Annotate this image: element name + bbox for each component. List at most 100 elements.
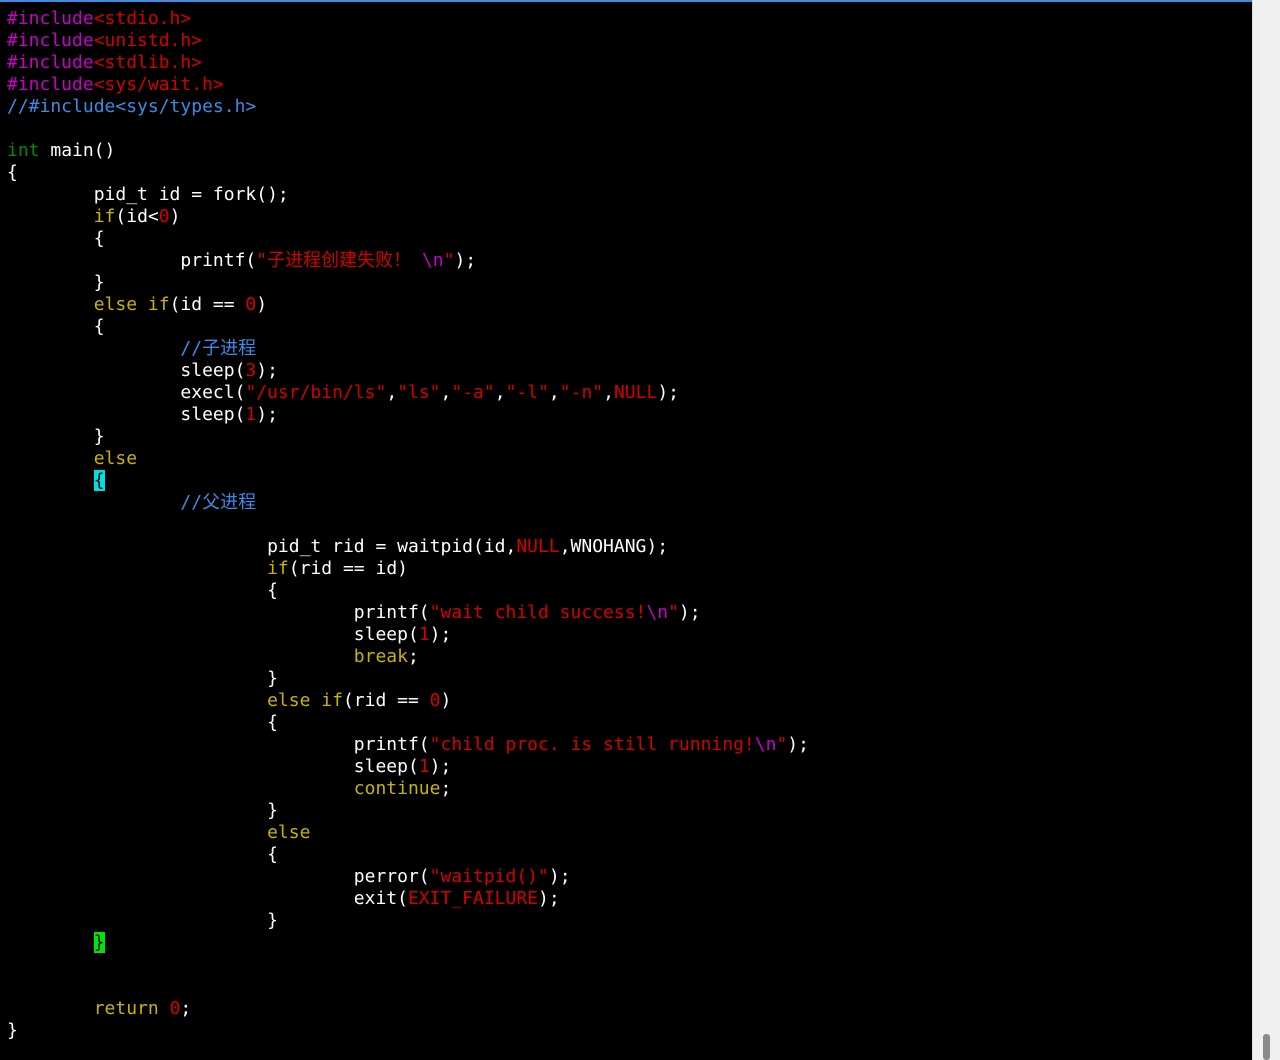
code-token: else if [93,294,170,315]
code-line: { [7,844,809,866]
code-token: , [548,382,560,403]
code-line: sleep(1); [7,756,809,778]
code-token: { [7,316,105,337]
code-token: #include [7,52,94,73]
code-token: { [7,228,105,249]
code-token: #include [7,74,94,95]
code-line: printf("wait child success!\n"); [7,602,809,624]
code-line: else if(id == 0) [7,294,809,316]
code-line: sleep(1); [7,404,809,426]
code-token: " [776,734,788,755]
code-line: if(id<0) [7,206,809,228]
scrollbar-thumb[interactable] [1263,1034,1270,1060]
code-token: { [7,162,18,183]
code-line: { [7,162,809,184]
code-token: <stdio.h> [93,8,192,29]
code-token: pid_t id = fork(); [7,184,289,205]
code-token: ); [678,602,701,623]
code-token: ); [787,734,809,755]
code-token: NULL [613,382,658,403]
code-line: } [7,1020,809,1042]
code-token: (rid == [342,690,430,711]
code-token: } [7,272,105,293]
code-line: int main() [7,140,809,162]
code-token: //父进程 [180,492,257,513]
code-token: if [267,558,289,579]
code-token: ,WNOHANG); [559,536,669,557]
code-token: (id< [115,206,159,227]
code-line: if(rid == id) [7,558,809,580]
matching-brace: } [93,932,105,953]
code-token: ); [429,624,452,645]
code-line: return 0; [7,998,809,1020]
code-token: #include [7,8,94,29]
code-token: { [7,712,278,733]
code-editor[interactable]: #include<stdio.h> #include<unistd.h> #incl… [7,8,809,1042]
code-token: <sys/wait.h> [93,74,224,95]
code-line: break; [7,646,809,668]
code-token: { [7,580,278,601]
code-token: (rid == id) [288,558,408,579]
code-line: } [7,800,809,822]
code-token: 3 [245,360,257,381]
code-token: else [93,448,138,469]
code-token: " [443,250,455,271]
code-token: else if [267,690,343,711]
code-token: "-a" [451,382,495,403]
code-token: ; [440,778,452,799]
code-token: (id == [169,294,246,315]
code-token: int [7,140,40,161]
code-token: ); [548,866,571,887]
code-token: 1 [418,624,430,645]
code-token: } [7,1020,18,1041]
code-token: "child proc. is still running! [429,734,755,755]
code-line: } [7,272,809,294]
code-token: 0 [245,294,257,315]
code-token: <stdlib.h> [93,52,203,73]
code-line: } [7,932,809,954]
code-token: main() [39,140,116,161]
code-token: } [7,668,278,689]
code-line: //父进程 [7,492,809,514]
code-line: { [7,228,809,250]
code-line: else [7,448,809,470]
code-token: 0 [158,206,170,227]
code-line: #include<stdio.h> [7,8,809,30]
code-line: #include<stdlib.h> [7,52,809,74]
code-token: 0 [169,998,181,1019]
code-line: { [7,316,809,338]
code-line: perror("waitpid()"); [7,866,809,888]
code-line: { [7,580,809,602]
code-token: EXIT_FAILURE [407,888,539,909]
code-token: { [7,844,278,865]
terminal-window[interactable]: #include<stdio.h> #include<unistd.h> #incl… [0,0,1252,1060]
code-token: \n [646,602,669,623]
code-token: else [267,822,311,843]
code-token: , [603,382,614,403]
code-line: printf("child proc. is still running!\n"… [7,734,809,756]
code-line: sleep(1); [7,624,809,646]
code-token: ); [256,360,278,381]
code-token: ) [169,206,181,227]
code-line: else [7,822,809,844]
code-token: break [353,646,408,667]
vertical-scrollbar[interactable] [1252,0,1280,1060]
code-line: execl("/usr/bin/ls","ls","-a","-l","-n",… [7,382,809,404]
code-token: } [7,426,105,447]
code-token: exit( [7,888,408,909]
code-token: 1 [245,404,257,425]
code-token: ) [440,690,452,711]
code-line: pid_t rid = waitpid(id,NULL,WNOHANG); [7,536,809,558]
